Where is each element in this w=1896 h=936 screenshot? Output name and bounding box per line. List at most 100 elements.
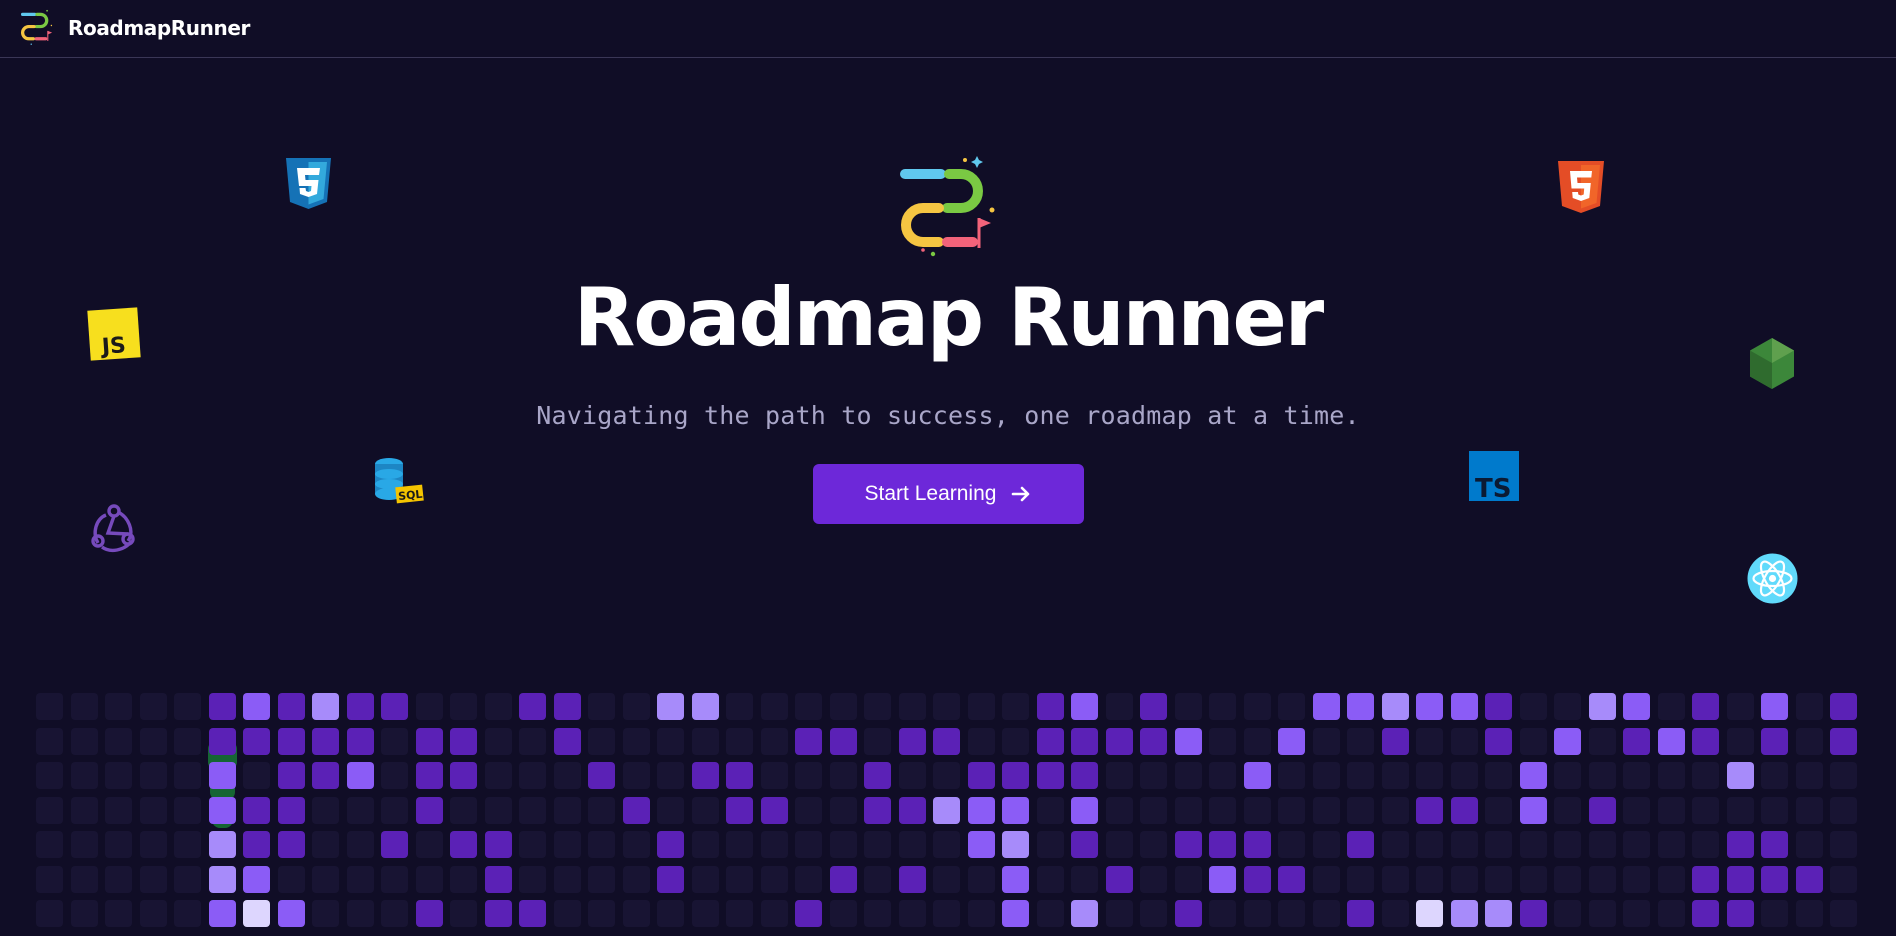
activity-cell — [1761, 693, 1788, 720]
activity-cell — [1727, 693, 1754, 720]
activity-cell — [1692, 728, 1719, 755]
activity-cell — [416, 693, 443, 720]
activity-cell — [1175, 693, 1202, 720]
activity-cell — [899, 762, 926, 789]
activity-cell — [1382, 762, 1409, 789]
activity-cell — [1278, 728, 1305, 755]
activity-cell — [1071, 693, 1098, 720]
activity-cell — [726, 831, 753, 858]
activity-cell — [381, 900, 408, 927]
activity-cell — [588, 866, 615, 893]
activity-cell — [519, 866, 546, 893]
activity-cell — [1554, 866, 1581, 893]
activity-cell — [1520, 693, 1547, 720]
activity-cell — [1589, 831, 1616, 858]
activity-cell — [1554, 797, 1581, 824]
activity-cell — [1830, 900, 1857, 927]
activity-cell — [795, 866, 822, 893]
activity-cell — [864, 693, 891, 720]
activity-cell — [864, 762, 891, 789]
typescript-icon: TS — [1469, 451, 1519, 501]
activity-cell — [71, 762, 98, 789]
hero-subtitle: Navigating the path to success, one road… — [536, 401, 1360, 430]
activity-cell — [1002, 831, 1029, 858]
activity-cell — [1796, 866, 1823, 893]
activity-cell — [1554, 693, 1581, 720]
activity-cell — [1554, 900, 1581, 927]
activity-cell — [1727, 797, 1754, 824]
activity-cell — [554, 762, 581, 789]
activity-cell — [1416, 693, 1443, 720]
start-learning-button[interactable]: Start Learning — [813, 464, 1084, 524]
activity-cell — [1485, 866, 1512, 893]
activity-cell — [140, 728, 167, 755]
activity-cell — [795, 728, 822, 755]
activity-cell — [1485, 762, 1512, 789]
hero-title: Roadmap Runner — [573, 271, 1324, 364]
activity-cell — [1485, 693, 1512, 720]
activity-cell — [1830, 797, 1857, 824]
activity-cell — [1071, 728, 1098, 755]
activity-cell — [71, 797, 98, 824]
activity-cell — [1623, 831, 1650, 858]
activity-cell — [1313, 797, 1340, 824]
activity-cell — [1520, 831, 1547, 858]
activity-cell — [1347, 728, 1374, 755]
activity-cell — [968, 762, 995, 789]
activity-cell — [1692, 693, 1719, 720]
activity-cell — [1761, 900, 1788, 927]
activity-cell — [1761, 831, 1788, 858]
activity-cell — [140, 866, 167, 893]
activity-cell — [1830, 693, 1857, 720]
activity-cell — [174, 797, 201, 824]
activity-cell — [381, 866, 408, 893]
activity-cell — [554, 693, 581, 720]
activity-cell — [1485, 728, 1512, 755]
activity-cell — [1623, 900, 1650, 927]
activity-cell — [1037, 728, 1064, 755]
activity-cell — [1313, 900, 1340, 927]
css3-icon — [286, 158, 331, 209]
activity-cell — [519, 900, 546, 927]
activity-cell — [1244, 831, 1271, 858]
activity-cell — [1623, 762, 1650, 789]
activity-cell — [519, 693, 546, 720]
activity-cell — [1002, 728, 1029, 755]
activity-cell — [968, 693, 995, 720]
activity-cell — [209, 693, 236, 720]
activity-cell — [1382, 831, 1409, 858]
activity-cell — [1140, 831, 1167, 858]
activity-cell — [1347, 693, 1374, 720]
activity-cell — [36, 797, 63, 824]
activity-cell — [347, 866, 374, 893]
activity-cell — [968, 831, 995, 858]
activity-cell — [209, 728, 236, 755]
activity-cell — [1451, 797, 1478, 824]
activity-cell — [1002, 797, 1029, 824]
activity-cell — [1416, 797, 1443, 824]
activity-cell — [1209, 693, 1236, 720]
activity-cell — [1209, 797, 1236, 824]
activity-cell — [933, 831, 960, 858]
activity-cell — [1520, 866, 1547, 893]
activity-cell — [1727, 900, 1754, 927]
activity-cell — [692, 900, 719, 927]
activity-cell — [1830, 762, 1857, 789]
brand-home-link[interactable]: RoadmapRunner — [19, 8, 250, 48]
activity-cell — [830, 693, 857, 720]
activity-cell — [1761, 866, 1788, 893]
activity-cell — [1175, 866, 1202, 893]
activity-cell — [36, 866, 63, 893]
activity-cell — [1071, 866, 1098, 893]
activity-cell — [416, 900, 443, 927]
activity-cell — [864, 900, 891, 927]
activity-cell — [140, 797, 167, 824]
activity-cell — [1727, 866, 1754, 893]
activity-cell — [416, 866, 443, 893]
activity-cell — [140, 831, 167, 858]
activity-cell — [761, 900, 788, 927]
activity-cell — [692, 728, 719, 755]
activity-cell — [1658, 728, 1685, 755]
activity-cell — [899, 797, 926, 824]
activity-cell — [243, 900, 270, 927]
